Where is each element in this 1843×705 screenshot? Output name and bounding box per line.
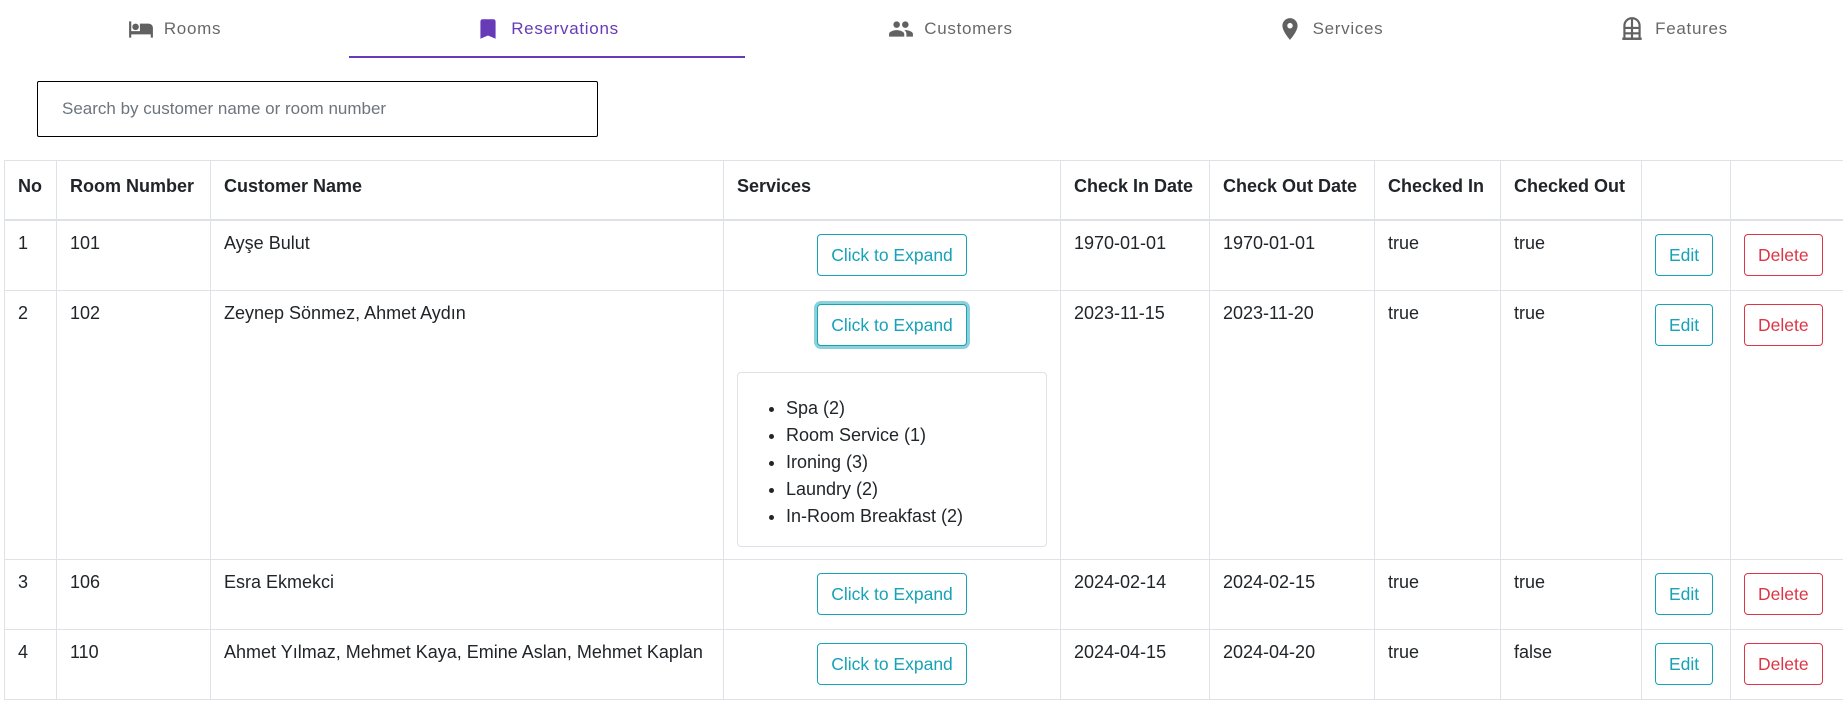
expand-services-button[interactable]: Click to Expand — [817, 572, 967, 615]
cell-no: 1 — [4, 219, 57, 291]
cell-check-in-date: 2024-04-15 — [1060, 628, 1210, 700]
people-icon — [888, 16, 914, 42]
cell-edit: Edit — [1641, 219, 1731, 291]
cell-check-in-date: 2024-02-14 — [1060, 558, 1210, 630]
expand-services-button[interactable]: Click to Expand — [817, 303, 967, 346]
tab-features-label: Features — [1655, 19, 1728, 38]
reservations-table: No Room Number Customer Name Services Ch… — [4, 160, 1843, 700]
delete-button[interactable]: Delete — [1744, 642, 1823, 685]
header-customer-name: Customer Name — [210, 160, 724, 221]
header-checked-in: Checked In — [1374, 160, 1501, 221]
service-item: In-Room Breakfast (2) — [786, 503, 1034, 530]
cell-delete: Delete — [1730, 558, 1843, 630]
tab-customers[interactable]: Customers — [745, 0, 1156, 58]
tab-reservations-label: Reservations — [511, 19, 619, 38]
tab-features[interactable]: Features — [1504, 0, 1843, 58]
tab-customers-label: Customers — [924, 19, 1013, 38]
table-header-row: No Room Number Customer Name Services Ch… — [4, 160, 1843, 221]
cell-services: Click to Expand — [723, 219, 1061, 291]
delete-button[interactable]: Delete — [1744, 303, 1823, 346]
delete-button[interactable]: Delete — [1744, 572, 1823, 615]
table-row: 2 102 Zeynep Sönmez, Ahmet Aydın Click t… — [4, 289, 1843, 560]
tab-reservations[interactable]: Reservations — [349, 0, 745, 58]
header-checked-out: Checked Out — [1500, 160, 1642, 221]
nav-tabs: Rooms Reservations Customers Services Fe… — [0, 0, 1843, 58]
edit-button[interactable]: Edit — [1655, 642, 1714, 685]
cell-checked-out: true — [1500, 558, 1642, 630]
cell-room-number: 102 — [56, 289, 211, 560]
cell-check-out-date: 2023-11-20 — [1209, 289, 1375, 560]
cell-check-out-date: 2024-02-15 — [1209, 558, 1375, 630]
cell-checked-out: true — [1500, 219, 1642, 291]
table-row: 1 101 Ayşe Bulut Click to Expand 1970-01… — [4, 219, 1843, 291]
cell-delete: Delete — [1730, 289, 1843, 560]
cell-services: Click to Expand — [723, 558, 1061, 630]
search-input[interactable] — [37, 81, 598, 137]
bookmark-icon — [475, 16, 501, 42]
service-item: Spa (2) — [786, 395, 1034, 422]
cell-no: 4 — [4, 628, 57, 700]
header-edit — [1641, 160, 1731, 221]
delete-button[interactable]: Delete — [1744, 234, 1823, 276]
cell-services: Click to Expand Spa (2) Room Service (1)… — [723, 289, 1061, 560]
cell-room-number: 106 — [56, 558, 211, 630]
tab-services[interactable]: Services — [1156, 0, 1504, 58]
service-item: Ironing (3) — [786, 449, 1034, 476]
cell-edit: Edit — [1641, 628, 1731, 700]
header-check-out-date: Check Out Date — [1209, 160, 1375, 221]
cell-checked-in: true — [1374, 219, 1501, 291]
cell-check-in-date: 1970-01-01 — [1060, 219, 1210, 291]
header-check-in-date: Check In Date — [1060, 160, 1210, 221]
edit-button[interactable]: Edit — [1655, 234, 1714, 276]
cell-customer-name: Ahmet Yılmaz, Mehmet Kaya, Emine Aslan, … — [210, 628, 724, 700]
table-row: 4 110 Ahmet Yılmaz, Mehmet Kaya, Emine A… — [4, 628, 1843, 700]
cell-delete: Delete — [1730, 219, 1843, 291]
expand-services-button[interactable]: Click to Expand — [817, 234, 967, 276]
edit-button[interactable]: Edit — [1655, 303, 1714, 346]
cell-edit: Edit — [1641, 558, 1731, 630]
cell-no: 3 — [4, 558, 57, 630]
cell-services: Click to Expand — [723, 628, 1061, 700]
location-pin-icon — [1277, 16, 1303, 42]
service-item: Laundry (2) — [786, 476, 1034, 503]
cell-customer-name: Ayşe Bulut — [210, 219, 724, 291]
cell-delete: Delete — [1730, 628, 1843, 700]
building-icon — [1619, 16, 1645, 42]
cell-check-out-date: 1970-01-01 — [1209, 219, 1375, 291]
services-panel: Spa (2) Room Service (1) Ironing (3) Lau… — [737, 371, 1047, 547]
cell-room-number: 101 — [56, 219, 211, 291]
cell-checked-in: true — [1374, 289, 1501, 560]
cell-no: 2 — [4, 289, 57, 560]
cell-customer-name: Zeynep Sönmez, Ahmet Aydın — [210, 289, 724, 560]
bed-icon — [128, 16, 154, 42]
cell-checked-in: true — [1374, 558, 1501, 630]
header-services: Services — [723, 160, 1061, 221]
header-room-number: Room Number — [56, 160, 211, 221]
header-delete — [1730, 160, 1843, 221]
cell-customer-name: Esra Ekmekci — [210, 558, 724, 630]
header-no: No — [4, 160, 57, 221]
cell-checked-in: true — [1374, 628, 1501, 700]
cell-check-out-date: 2024-04-20 — [1209, 628, 1375, 700]
tab-services-label: Services — [1312, 19, 1384, 38]
cell-check-in-date: 2023-11-15 — [1060, 289, 1210, 560]
cell-checked-out: false — [1500, 628, 1642, 700]
tab-rooms-label: Rooms — [163, 19, 222, 38]
services-list: Spa (2) Room Service (1) Ironing (3) Lau… — [738, 395, 1034, 530]
table-row: 3 106 Esra Ekmekci Click to Expand 2024-… — [4, 558, 1843, 630]
tab-rooms[interactable]: Rooms — [0, 0, 349, 58]
expand-services-button[interactable]: Click to Expand — [817, 642, 967, 685]
service-item: Room Service (1) — [786, 422, 1034, 449]
cell-checked-out: true — [1500, 289, 1642, 560]
cell-edit: Edit — [1641, 289, 1731, 560]
edit-button[interactable]: Edit — [1655, 572, 1714, 615]
cell-room-number: 110 — [56, 628, 211, 700]
